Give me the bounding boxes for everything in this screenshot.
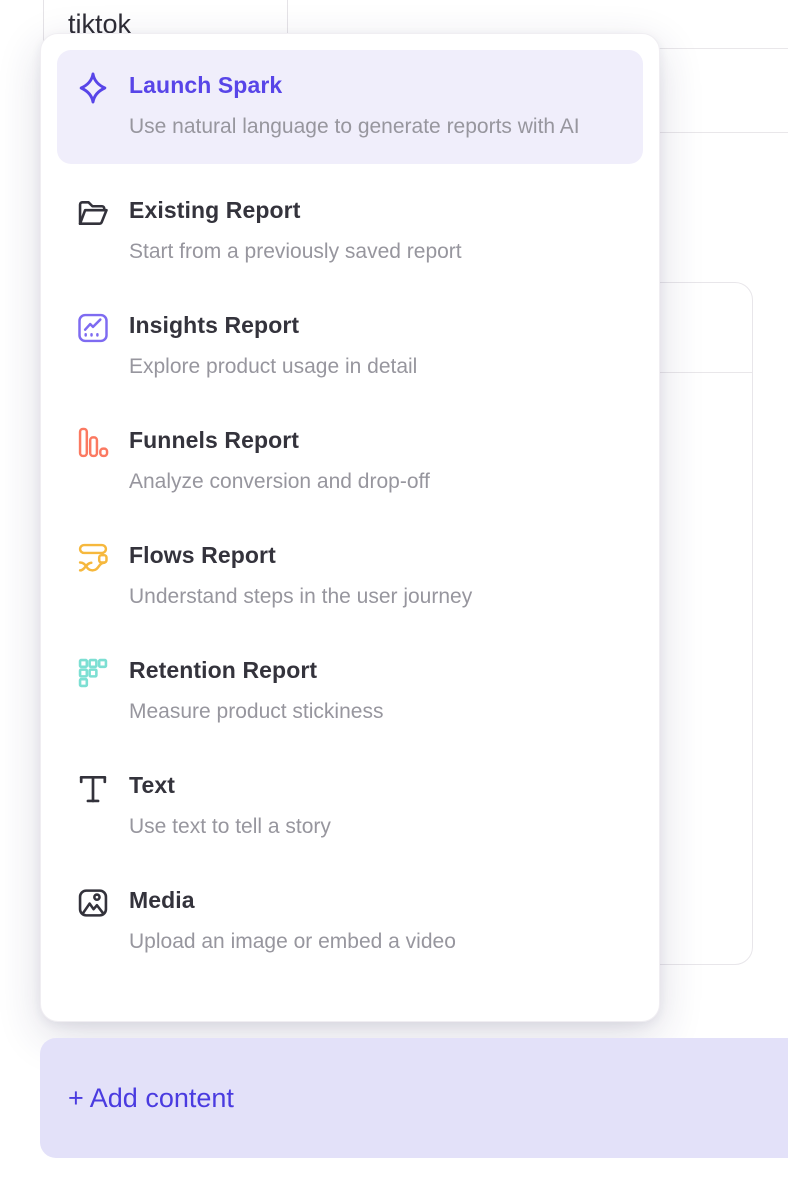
menu-item-title: Funnels Report bbox=[129, 427, 430, 455]
add-content-menu: Launch Spark Use natural language to gen… bbox=[40, 33, 660, 1022]
media-image-icon bbox=[75, 885, 111, 921]
menu-item-title: Retention Report bbox=[129, 657, 383, 685]
retention-grid-icon bbox=[75, 655, 111, 691]
folder-open-icon bbox=[75, 195, 111, 231]
menu-item-title: Insights Report bbox=[129, 312, 417, 340]
menu-item-description: Understand steps in the user journey bbox=[129, 582, 472, 612]
menu-item-description: Upload an image or embed a video bbox=[129, 927, 456, 957]
menu-item-title: Media bbox=[129, 887, 456, 915]
screen: tiktok Launch Spark Use natural language… bbox=[0, 0, 788, 1200]
sparkle-icon bbox=[75, 70, 111, 106]
menu-item-launch-spark[interactable]: Launch Spark Use natural language to gen… bbox=[57, 50, 643, 164]
menu-item-retention-report[interactable]: Retention Report Measure product stickin… bbox=[75, 657, 623, 727]
menu-item-description: Explore product usage in detail bbox=[129, 352, 417, 382]
menu-item-title: Flows Report bbox=[129, 542, 472, 570]
menu-item-description: Use text to tell a story bbox=[129, 812, 331, 842]
background-column-border-left bbox=[43, 0, 44, 44]
menu-item-description: Measure product stickiness bbox=[129, 697, 383, 727]
funnel-bars-icon bbox=[75, 425, 111, 461]
menu-item-description: Start from a previously saved report bbox=[129, 237, 462, 267]
add-content-label: + Add content bbox=[68, 1083, 234, 1114]
text-icon bbox=[75, 770, 111, 806]
menu-item-description: Use natural language to generate reports… bbox=[129, 112, 580, 142]
menu-item-funnels-report[interactable]: Funnels Report Analyze conversion and dr… bbox=[75, 427, 623, 497]
menu-item-existing-report[interactable]: Existing Report Start from a previously … bbox=[75, 197, 623, 267]
flows-icon bbox=[75, 540, 111, 576]
menu-item-description: Analyze conversion and drop-off bbox=[129, 467, 430, 497]
menu-item-insights-report[interactable]: Insights Report Explore product usage in… bbox=[75, 312, 623, 382]
menu-item-title: Existing Report bbox=[129, 197, 462, 225]
add-content-button[interactable]: + Add content bbox=[40, 1038, 788, 1158]
menu-item-title: Text bbox=[129, 772, 331, 800]
menu-item-flows-report[interactable]: Flows Report Understand steps in the use… bbox=[75, 542, 623, 612]
insights-chart-icon bbox=[75, 310, 111, 346]
menu-item-media[interactable]: Media Upload an image or embed a video bbox=[75, 887, 623, 957]
menu-item-text[interactable]: Text Use text to tell a story bbox=[75, 772, 623, 842]
menu-item-title: Launch Spark bbox=[129, 72, 580, 100]
